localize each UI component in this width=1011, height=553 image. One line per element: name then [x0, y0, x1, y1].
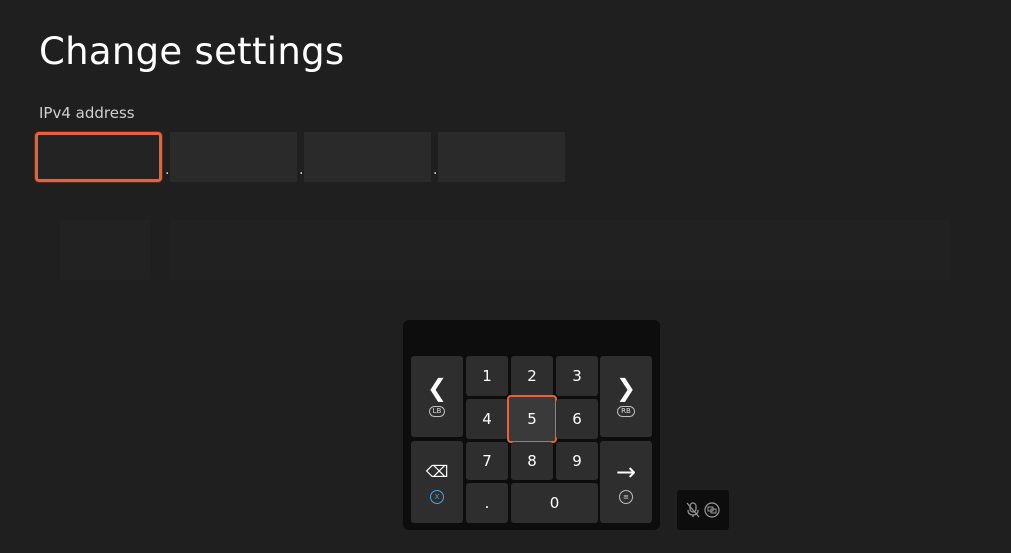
key-3-button[interactable]: 3: [556, 356, 598, 396]
mic-off-icon: [686, 502, 700, 518]
key-8-button[interactable]: 8: [511, 442, 553, 480]
key-1-button[interactable]: 1: [466, 356, 508, 396]
page-title: Change settings: [39, 30, 345, 73]
key-7-button[interactable]: 7: [466, 442, 508, 480]
cursor-left-button[interactable]: ❮ LB: [411, 356, 463, 437]
cursor-right-button[interactable]: ❯ RB: [600, 356, 652, 437]
settings-screen: Change settings IPv4 address . . . ❮ LB …: [0, 0, 1011, 553]
key-2-button[interactable]: 2: [511, 356, 553, 396]
ipv4-label: IPv4 address: [39, 104, 135, 122]
rb-bumper-icon: RB: [617, 406, 635, 417]
backspace-icon: ⌫: [425, 462, 449, 481]
numeric-keypad: ❮ LB 1 2 3 ❯ RB 4 5 6 ⌫ X 7 8 9 → ≡ . 0: [403, 320, 660, 530]
background-panel: [170, 220, 950, 280]
lb-bumper-icon: LB: [428, 406, 446, 417]
ipv4-octet-1-input[interactable]: [35, 132, 162, 182]
ipv4-separator: .: [299, 162, 304, 178]
key-6-button[interactable]: 6: [556, 399, 598, 439]
key-5-button[interactable]: 5: [507, 395, 557, 443]
arrow-right-icon: →: [615, 458, 637, 486]
enter-button[interactable]: → ≡: [600, 441, 652, 523]
x-button-icon: X: [430, 490, 444, 504]
key-0-button[interactable]: 0: [511, 483, 598, 523]
ipv4-octet-4-input[interactable]: [438, 132, 565, 182]
ipv4-octet-2-input[interactable]: [170, 132, 297, 182]
chevron-right-icon: ❯: [615, 374, 637, 402]
background-panel: [60, 220, 150, 280]
chevron-left-icon: ❮: [426, 374, 448, 402]
view-button-icon: [704, 502, 720, 518]
ipv4-separator: .: [165, 162, 170, 178]
ipv4-separator: .: [433, 162, 438, 178]
key-dot-button[interactable]: .: [466, 483, 508, 523]
menu-button-icon: ≡: [619, 490, 633, 504]
ipv4-octet-3-input[interactable]: [304, 132, 431, 182]
key-9-button[interactable]: 9: [556, 442, 598, 480]
voice-input-button[interactable]: [677, 490, 729, 530]
backspace-button[interactable]: ⌫ X: [411, 441, 463, 523]
key-4-button[interactable]: 4: [466, 399, 508, 439]
